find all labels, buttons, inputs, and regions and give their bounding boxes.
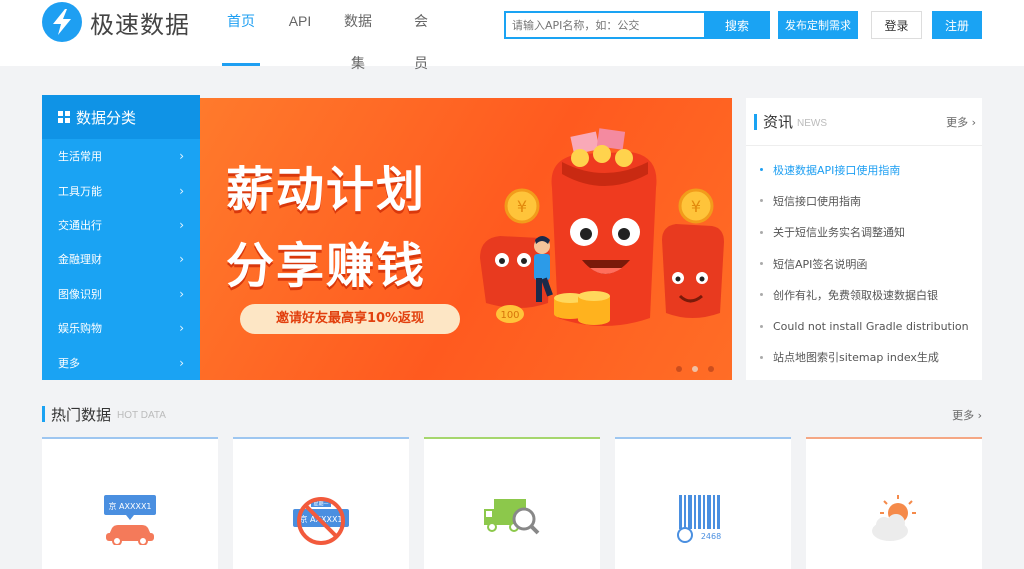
nav-home[interactable]: 首页	[222, 0, 260, 66]
svg-text:¥: ¥	[691, 197, 701, 216]
chevron-right-icon: ›	[977, 409, 982, 422]
hot-card-traffic-restriction[interactable]: 京 AXXXX1 星期一	[233, 437, 409, 569]
chevron-right-icon: ›	[179, 355, 184, 370]
category-item-image[interactable]: 图像识别 ›	[42, 277, 200, 311]
news-item[interactable]: 短信接口使用指南	[760, 185, 982, 216]
hot-data-title: 热门数据	[51, 405, 112, 424]
svg-text:京 AXXXX1: 京 AXXXX1	[108, 501, 151, 511]
news-item[interactable]: 短信API签名说明函	[760, 248, 982, 279]
promo-banner[interactable]: 薪动计划 分享赚钱 邀请好友最高享10%返现 ¥ ¥ 100	[200, 98, 732, 380]
news-item[interactable]: 站点地图索引sitemap index生成	[760, 342, 982, 373]
publish-request-button[interactable]: 发布定制需求	[778, 11, 858, 39]
banner-title-line1: 薪动计划	[226, 162, 427, 218]
barcode-icon: 2468	[677, 495, 721, 543]
coin-100-label: 100	[500, 310, 519, 321]
carousel-dots	[666, 366, 714, 372]
news-more-link[interactable]: 更多 ›	[946, 114, 976, 130]
logistics-truck-icon	[484, 499, 540, 535]
chevron-right-icon: ›	[179, 183, 184, 198]
banner-invite-pill: 邀请好友最高享10%返现	[240, 304, 460, 334]
chevron-right-icon: ›	[971, 116, 976, 129]
hot-data-more-link[interactable]: 更多 ›	[952, 407, 982, 423]
category-header: 数据分类	[42, 95, 200, 139]
chevron-right-icon: ›	[179, 149, 184, 164]
grid-icon	[58, 111, 70, 123]
category-title: 数据分类	[76, 108, 137, 127]
category-item-traffic[interactable]: 交通出行 ›	[42, 208, 200, 242]
svg-text:2468: 2468	[701, 532, 721, 541]
news-header: 资讯 NEWS 更多 ›	[746, 98, 982, 146]
nav-datasets[interactable]: 数据集	[338, 0, 378, 71]
hot-card-license-plate[interactable]: 京 AXXXX1	[42, 437, 218, 569]
search-button[interactable]: 搜索	[704, 11, 770, 39]
category-item-more[interactable]: 更多 ›	[42, 345, 200, 379]
carousel-dot-1[interactable]	[676, 366, 682, 372]
nav-membership[interactable]: 会员	[408, 0, 434, 71]
category-item-life[interactable]: 生活常用 ›	[42, 139, 200, 173]
license-plate-car-icon: 京 AXXXX1	[104, 495, 156, 545]
category-sidebar: 数据分类 生活常用 › 工具万能 › 交通出行 › 金融理财 › 图像识别 › 娱乐购物 ›…	[42, 95, 200, 380]
news-item[interactable]: 关于短信业务实名调整通知	[760, 217, 982, 248]
top-header: 极速数据 首页 API 数据集 会员 搜索 发布定制需求 登录 注册	[0, 0, 1024, 71]
hot-card-barcode[interactable]: 2468	[615, 437, 791, 569]
login-button[interactable]: 登录	[871, 11, 922, 39]
nav-api[interactable]: API	[286, 0, 314, 66]
hot-card-logistics[interactable]	[424, 437, 600, 569]
news-item[interactable]: 创作有礼，免费领取极速数据白银	[760, 279, 982, 310]
section-accent-bar	[42, 406, 45, 422]
category-item-finance[interactable]: 金融理财 ›	[42, 242, 200, 276]
carousel-dot-2[interactable]	[692, 366, 698, 372]
chevron-right-icon: ›	[179, 252, 184, 267]
logo-text: 极速数据	[90, 10, 190, 39]
chevron-right-icon: ›	[179, 321, 184, 336]
lightning-logo-icon	[42, 2, 82, 42]
news-subtitle: NEWS	[797, 117, 828, 129]
news-list: 极速数据API接口使用指南 短信接口使用指南 关于短信业务实名调整通知 短信AP…	[746, 146, 982, 373]
svg-text:¥: ¥	[517, 197, 527, 216]
news-item[interactable]: 极速数据API接口使用指南	[760, 154, 982, 185]
category-item-tools[interactable]: 工具万能 ›	[42, 173, 200, 207]
site-logo[interactable]: 极速数据	[42, 2, 190, 42]
red-envelope-mascot-illustration: ¥ ¥ 100	[480, 128, 724, 326]
banner-title-line2: 分享赚钱	[226, 238, 427, 294]
chevron-right-icon: ›	[179, 286, 184, 301]
news-title: 资讯	[763, 113, 794, 131]
chevron-right-icon: ›	[179, 217, 184, 232]
traffic-restriction-icon: 京 AXXXX1 星期一	[293, 497, 349, 545]
svg-text:星期一: 星期一	[313, 502, 328, 508]
search-input[interactable]	[504, 11, 704, 39]
hot-data-header: 热门数据 HOT DATA 更多 ›	[42, 402, 982, 426]
news-item[interactable]: Could not install Gradle distribution	[760, 310, 982, 341]
register-button[interactable]: 注册	[932, 11, 982, 39]
category-item-entertainment[interactable]: 娱乐购物 ›	[42, 311, 200, 345]
weather-icon	[872, 495, 916, 541]
hot-data-subtitle: HOT DATA	[117, 410, 166, 421]
section-accent-bar	[754, 113, 757, 130]
carousel-dot-3[interactable]	[708, 366, 714, 372]
news-panel: 资讯 NEWS 更多 › 极速数据API接口使用指南 短信接口使用指南 关于短信…	[746, 98, 982, 380]
hot-card-weather[interactable]	[806, 437, 982, 569]
main-nav: 首页 API 数据集 会员	[222, 0, 434, 71]
